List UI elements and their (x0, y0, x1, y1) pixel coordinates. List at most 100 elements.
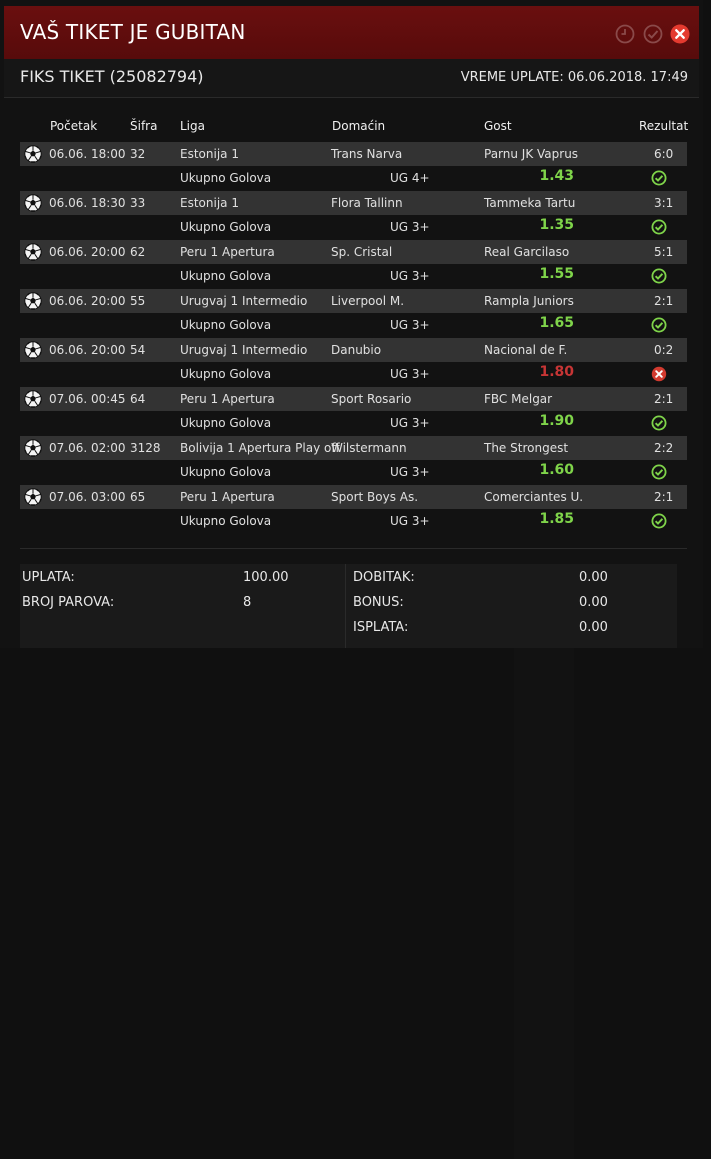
bet-status (651, 317, 667, 333)
match-code: 54 (130, 343, 146, 357)
match-league: Estonija 1 (180, 147, 239, 161)
match-league: Urugvaj 1 Intermedio (180, 294, 308, 308)
match-result: 0:2 (654, 343, 674, 357)
soccer-ball-icon (24, 390, 42, 408)
match-row[interactable]: 07.06. 02:00 3128 Bolivija 1 Apertura Play… (20, 436, 687, 460)
match-away: Comerciantes U. (484, 490, 584, 504)
confirm-button[interactable] (643, 24, 663, 44)
bet-status (651, 268, 667, 284)
match-code: 65 (130, 490, 146, 504)
sport-icon (24, 390, 42, 408)
check-circle-icon (643, 24, 663, 44)
match-row[interactable]: 07.06. 00:45 64 Peru 1 Apertura Sport Rosar… (20, 387, 687, 411)
soccer-ball-icon (24, 243, 42, 261)
sport-icon (24, 439, 42, 457)
bet-row: Ukupno Golova UG 3+ 1.60 (20, 460, 687, 1110)
check-circle-icon (651, 415, 667, 431)
match-start: 07.06. 03:00 (49, 490, 126, 504)
sport-icon (24, 243, 42, 261)
col-home: Domaćin (332, 119, 386, 133)
sport-icon (24, 488, 42, 506)
bet-pick: UG 3+ (390, 465, 430, 479)
bet-type: Ukupno Golova (180, 269, 272, 283)
bet-type: Ukupno Golova (180, 367, 272, 381)
clock-icon (615, 24, 635, 44)
bet-type: Ukupno Golova (180, 220, 272, 234)
match-row[interactable]: 06.06. 18:00 32 Estonija 1 Trans Narva Parnu… (20, 142, 687, 166)
match-away: Rampla Juniors (484, 294, 574, 308)
match-result: 3:1 (654, 196, 674, 210)
match-result: 6:0 (654, 147, 674, 161)
bet-type: Ukupno Golova (180, 465, 272, 479)
sport-icon (24, 194, 42, 212)
check-circle-icon (651, 170, 667, 186)
match-row[interactable]: 06.06. 20:00 54 Urugvaj 1 Intermedio Danubi… (20, 338, 687, 362)
soccer-ball-icon (24, 488, 42, 506)
bet-pick: UG 3+ (390, 269, 430, 283)
match-result: 2:1 (654, 490, 674, 504)
bet-row: Ukupno Golova UG 3+ 1.65 (20, 313, 687, 963)
match-row[interactable]: 06.06. 20:00 55 Urugvaj 1 Intermedio Liverp… (20, 289, 687, 313)
payout-value: 0.00 (579, 620, 608, 635)
bet-status (651, 170, 667, 186)
ticket-header: FIKS TIKET (25082794) VREME UPLATE: 06.0… (4, 59, 699, 98)
bet-row: Ukupno Golova UG 3+ 1.90 (20, 411, 687, 1061)
match-league: Bolivija 1 Apertura Play off (180, 441, 340, 455)
match-code: 3128 (130, 441, 161, 455)
bet-row: Ukupno Golova UG 3+ 1.85 (20, 509, 687, 1159)
bet-pick: UG 3+ (390, 367, 430, 381)
bet-status (651, 464, 667, 480)
match-home: Flora Tallinn (331, 196, 403, 210)
match-away: Nacional de F. (484, 343, 568, 357)
sport-icon (24, 292, 42, 310)
match-home: Sport Rosario (331, 392, 412, 406)
bet-odd: 1.80 (539, 364, 574, 380)
match-home: Sport Boys As. (331, 490, 419, 504)
match-start: 07.06. 00:45 (49, 392, 126, 406)
match-code: 32 (130, 147, 146, 161)
match-row[interactable]: 07.06. 03:00 65 Peru 1 Apertura Sport Boys … (20, 485, 687, 509)
match-code: 33 (130, 196, 146, 210)
match-row[interactable]: 06.06. 20:00 62 Peru 1 Apertura Sp. Cristal… (20, 240, 687, 264)
pairs-value: 8 (243, 595, 252, 610)
bonus-label: BONUS: (353, 595, 404, 610)
bet-row: Ukupno Golova UG 3+ 1.55 (20, 264, 687, 914)
match-away: Real Garcilaso (484, 245, 570, 259)
col-start: Početak (50, 119, 98, 133)
match-start: 06.06. 18:30 (49, 196, 126, 210)
soccer-ball-icon (24, 194, 42, 212)
match-start: 06.06. 20:00 (49, 245, 126, 259)
match-home: Wilstermann (331, 441, 407, 455)
check-circle-icon (651, 513, 667, 529)
match-start: 06.06. 20:00 (49, 294, 126, 308)
check-circle-icon (651, 219, 667, 235)
bet-type: Ukupno Golova (180, 416, 272, 430)
match-start: 06.06. 20:00 (49, 343, 126, 357)
bet-row: Ukupno Golova UG 4+ 1.43 (20, 166, 687, 816)
match-away: FBC Melgar (484, 392, 553, 406)
bet-type: Ukupno Golova (180, 318, 272, 332)
winnings-label: DOBITAK: (353, 570, 415, 585)
match-home: Trans Narva (331, 147, 403, 161)
bet-status (651, 513, 667, 529)
bonus-value: 0.00 (579, 595, 608, 610)
clock-button[interactable] (615, 24, 635, 44)
match-away: The Strongest (484, 441, 569, 455)
bet-row: Ukupno Golova UG 3+ 1.80 (20, 362, 687, 386)
sport-icon (24, 341, 42, 359)
bet-pick: UG 3+ (390, 220, 430, 234)
match-home: Liverpool M. (331, 294, 405, 308)
loss-x-icon (651, 366, 667, 382)
stake-value: 100.00 (243, 570, 289, 585)
match-code: 62 (130, 245, 146, 259)
bet-status (651, 366, 667, 382)
match-code: 55 (130, 294, 146, 308)
match-row[interactable]: 06.06. 18:30 33 Estonija 1 Flora Tallinn Tam… (20, 191, 687, 215)
match-code: 64 (130, 392, 146, 406)
soccer-ball-icon (24, 439, 42, 457)
close-button[interactable] (670, 24, 690, 44)
payout-label: ISPLATA: (353, 620, 409, 635)
ticket-title: FIKS TIKET (25082794) (20, 67, 204, 86)
col-away: Gost (484, 119, 512, 133)
soccer-ball-icon (24, 292, 42, 310)
